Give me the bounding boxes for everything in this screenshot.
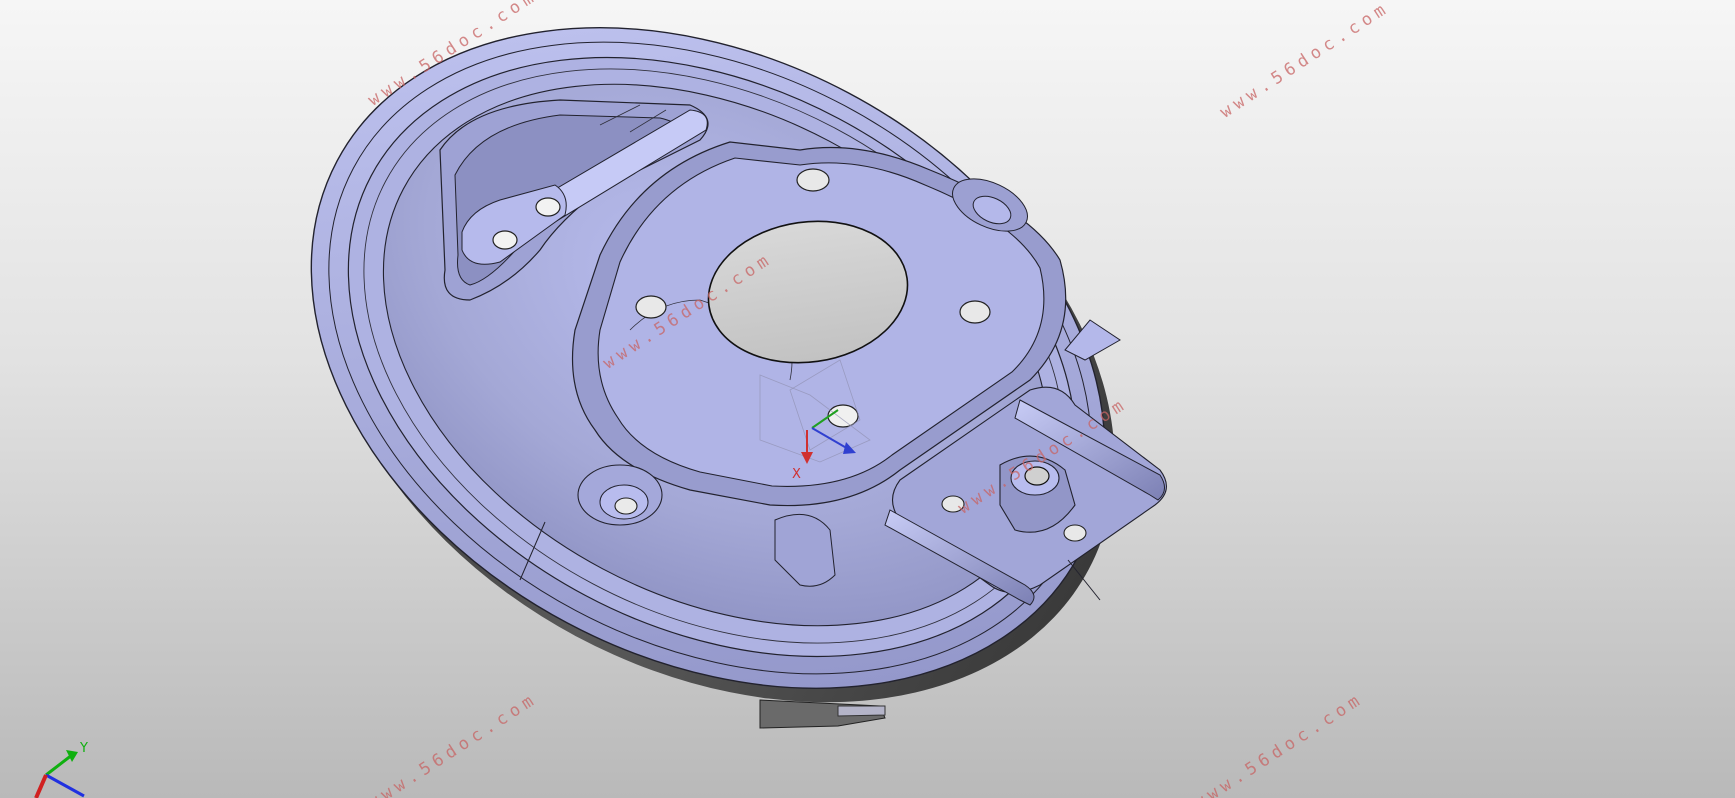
- cylinder-hole-right-icon: [1063, 524, 1087, 542]
- local-x-label: X: [792, 467, 801, 482]
- cylinder-hole-left-icon: [941, 495, 965, 513]
- anchor-hole-2-icon: [535, 197, 561, 217]
- global-x-axis: [34, 774, 48, 798]
- boss-hole-icon: [614, 497, 638, 515]
- global-coordinate-triad[interactable]: Y: [34, 741, 88, 798]
- cad-3d-viewport[interactable]: X Y www.56doc.com www.56doc.com www.56do…: [0, 0, 1735, 798]
- flange-hole-top-icon: [796, 168, 830, 192]
- brake-backing-plate-model[interactable]: X Y: [0, 0, 1735, 798]
- global-y-axis: [45, 753, 73, 777]
- lower-left-boss: [577, 464, 663, 526]
- cylinder-bore-icon: [1024, 466, 1050, 486]
- anchor-hole-1-icon: [492, 230, 518, 250]
- flange-hole-right-icon: [959, 300, 991, 324]
- global-y-label: Y: [79, 741, 88, 756]
- global-z-axis: [45, 773, 85, 798]
- flange-hole-left-icon: [635, 295, 667, 319]
